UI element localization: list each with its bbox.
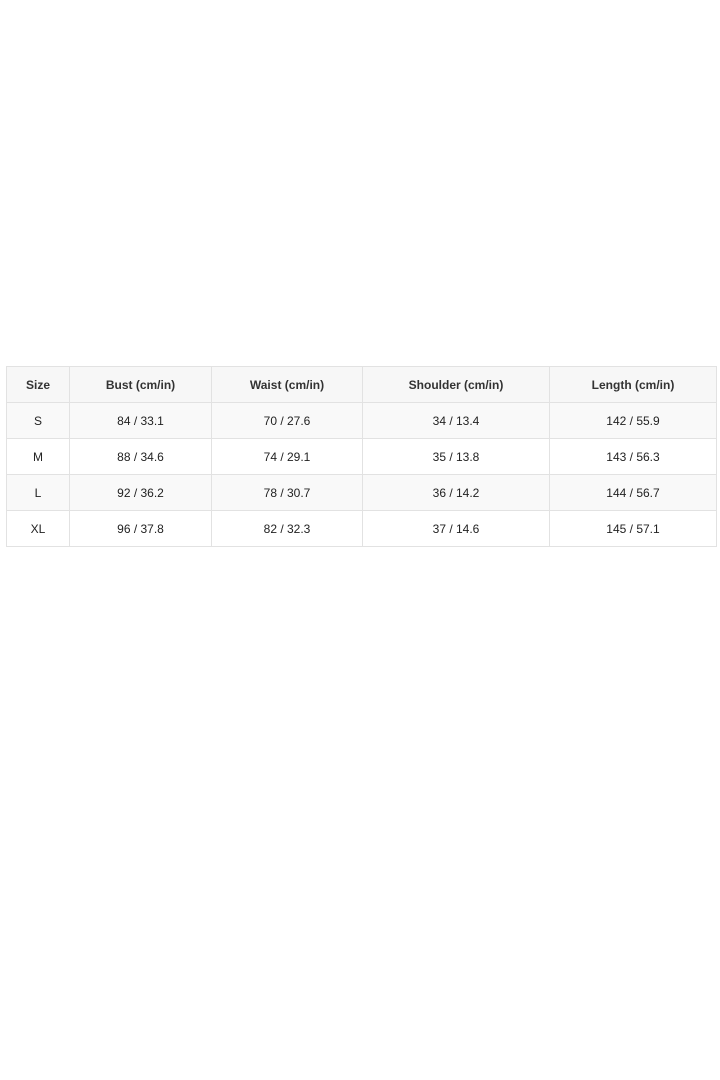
cell-length: 142 / 55.9 [549, 402, 717, 439]
cell-size: L [6, 474, 70, 511]
cell-bust: 88 / 34.6 [69, 438, 212, 475]
header-shoulder: Shoulder (cm/in) [362, 366, 550, 403]
cell-bust: 84 / 33.1 [69, 402, 212, 439]
cell-length: 145 / 57.1 [549, 510, 717, 547]
size-chart-table: Size Bust (cm/in) Waist (cm/in) Shoulder… [6, 366, 717, 547]
cell-shoulder: 36 / 14.2 [362, 474, 550, 511]
cell-length: 144 / 56.7 [549, 474, 717, 511]
table-row: L 92 / 36.2 78 / 30.7 36 / 14.2 144 / 56… [6, 474, 717, 511]
cell-bust: 92 / 36.2 [69, 474, 212, 511]
cell-waist: 78 / 30.7 [211, 474, 363, 511]
cell-size: M [6, 438, 70, 475]
cell-shoulder: 34 / 13.4 [362, 402, 550, 439]
header-length: Length (cm/in) [549, 366, 717, 403]
cell-waist: 74 / 29.1 [211, 438, 363, 475]
table-row: M 88 / 34.6 74 / 29.1 35 / 13.8 143 / 56… [6, 438, 717, 475]
table-row: S 84 / 33.1 70 / 27.6 34 / 13.4 142 / 55… [6, 402, 717, 439]
cell-size: S [6, 402, 70, 439]
cell-shoulder: 37 / 14.6 [362, 510, 550, 547]
header-bust: Bust (cm/in) [69, 366, 212, 403]
header-size: Size [6, 366, 70, 403]
header-waist: Waist (cm/in) [211, 366, 363, 403]
cell-size: XL [6, 510, 70, 547]
size-chart-body: S 84 / 33.1 70 / 27.6 34 / 13.4 142 / 55… [6, 402, 717, 547]
table-row: XL 96 / 37.8 82 / 32.3 37 / 14.6 145 / 5… [6, 510, 717, 547]
cell-bust: 96 / 37.8 [69, 510, 212, 547]
cell-length: 143 / 56.3 [549, 438, 717, 475]
cell-shoulder: 35 / 13.8 [362, 438, 550, 475]
cell-waist: 82 / 32.3 [211, 510, 363, 547]
cell-waist: 70 / 27.6 [211, 402, 363, 439]
size-chart-header: Size Bust (cm/in) Waist (cm/in) Shoulder… [6, 366, 717, 403]
header-row: Size Bust (cm/in) Waist (cm/in) Shoulder… [6, 366, 717, 403]
